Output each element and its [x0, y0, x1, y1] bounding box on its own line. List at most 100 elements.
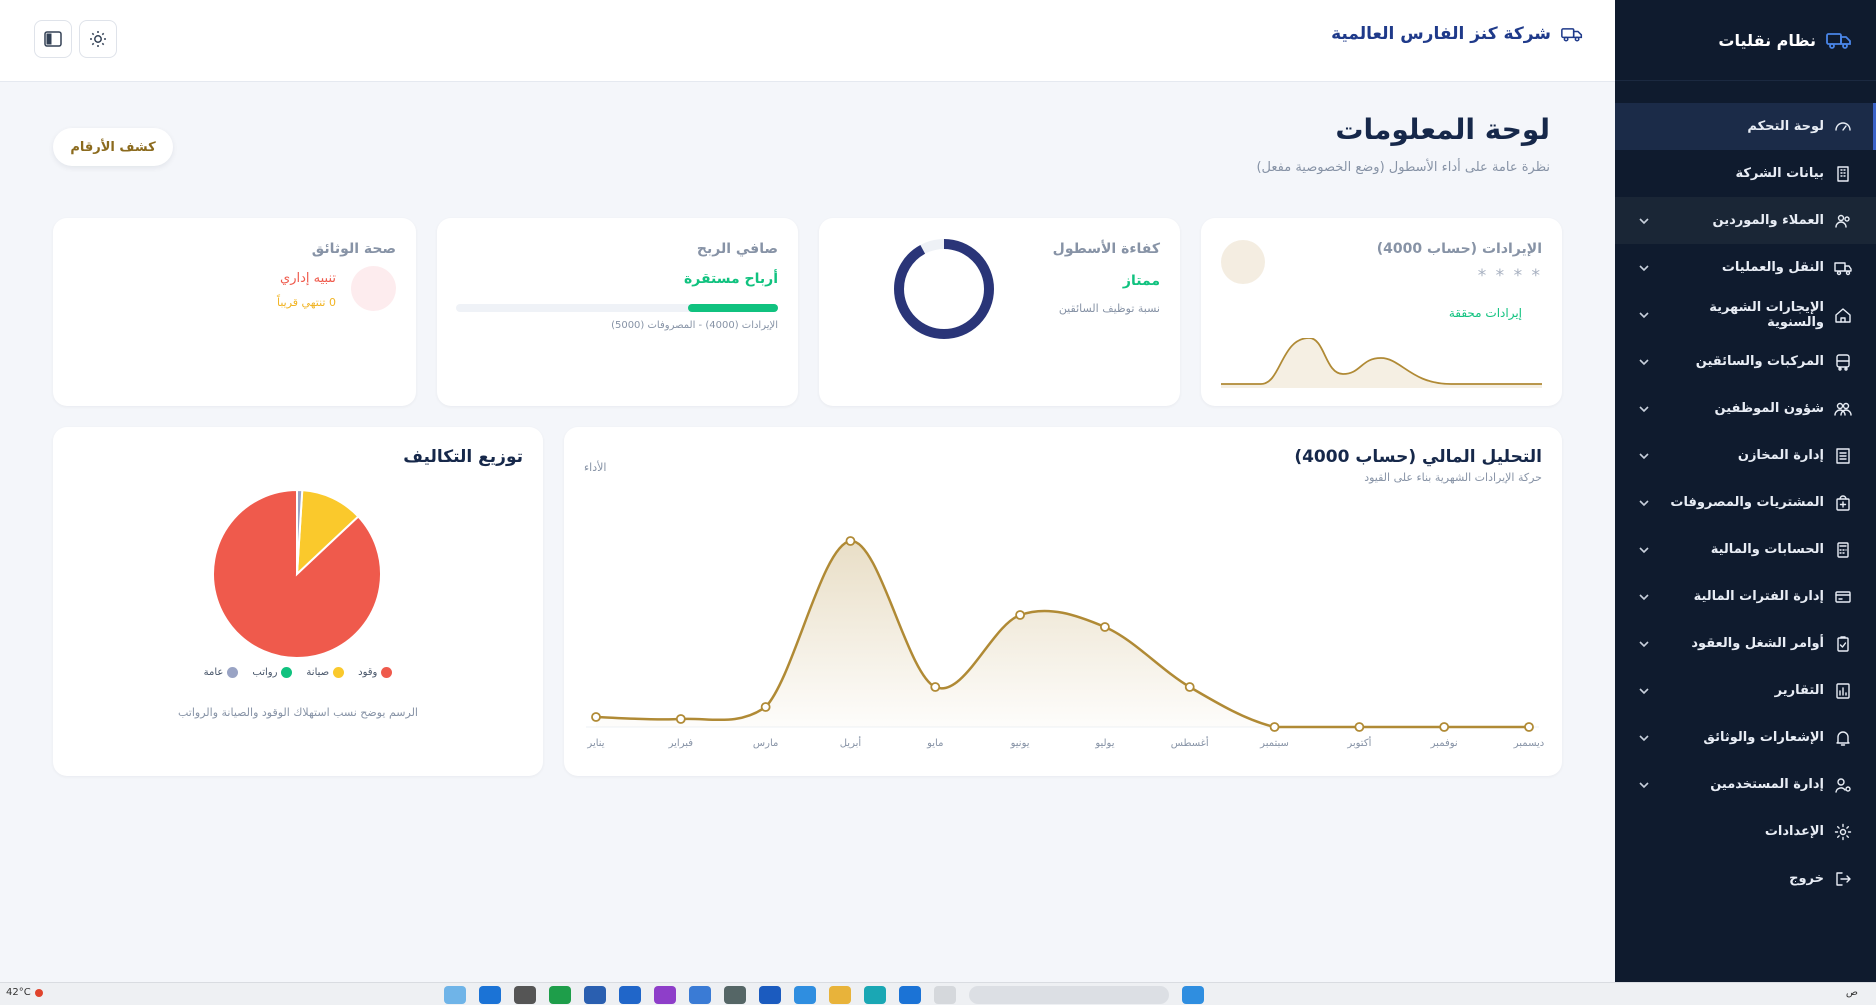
sidebar-item-label: إدارة المستخدمين	[1710, 777, 1824, 792]
data-point[interactable]	[930, 682, 941, 692]
legend-item[interactable]: رواتب	[252, 667, 293, 678]
fleet-title: كفاءة الأسطول	[1052, 241, 1160, 257]
profit-title: صافي الربح	[696, 241, 778, 257]
folder-icon[interactable]	[829, 986, 851, 1004]
chevron-down-icon[interactable]	[1637, 778, 1651, 792]
x-tick-label: أكتوبر	[1346, 736, 1371, 749]
sidebar-toggle-button[interactable]	[34, 20, 72, 58]
data-point[interactable]	[1354, 722, 1365, 732]
chevron-down-icon[interactable]	[1637, 684, 1651, 698]
data-point[interactable]	[1269, 722, 1280, 732]
revenue-status: إيرادات محققة	[1448, 306, 1522, 320]
sidebar-item-3[interactable]: النقل والعمليات	[1615, 244, 1876, 291]
data-point[interactable]	[1524, 722, 1534, 732]
sidebar-item-label: خروج	[1789, 871, 1824, 886]
chevron-down-icon[interactable]	[1637, 214, 1651, 228]
app-icon[interactable]	[514, 986, 536, 1004]
sidebar-item-0[interactable]: لوحة التحكم	[1615, 103, 1876, 150]
sidebar-item-15[interactable]: الإعدادات	[1615, 808, 1876, 855]
docs-icon-circle	[351, 266, 396, 311]
financial-chart-card: التحليل المالي (حساب 4000) حركة الإيرادا…	[564, 427, 1562, 776]
sidebar-item-label: شؤون الموظفين	[1714, 401, 1824, 416]
legend-item[interactable]: وقود	[358, 667, 393, 678]
fleet-donut	[894, 239, 994, 339]
taskbar-search-box[interactable]	[969, 986, 1169, 1004]
app-icon[interactable]	[444, 986, 466, 1004]
sidebar-item-14[interactable]: إدارة المستخدمين	[1615, 761, 1876, 808]
sidebar-item-4[interactable]: الإيجارات الشهرية والسنوية	[1615, 291, 1876, 338]
sidebar-brand[interactable]: نظام نقليات	[1615, 0, 1876, 81]
docs-note: 0 تنتهي قريباً	[277, 296, 336, 309]
windows-start-icon[interactable]	[1182, 986, 1204, 1004]
gear-icon	[1834, 823, 1852, 841]
report-icon	[1834, 682, 1852, 700]
x-tick-label: أبريل	[840, 736, 862, 749]
sidebar-item-9[interactable]: الحسابات والمالية	[1615, 526, 1876, 573]
legend-label: رواتب	[252, 667, 278, 678]
chevron-down-icon[interactable]	[1637, 637, 1651, 651]
theme-toggle-button[interactable]	[79, 20, 117, 58]
data-point[interactable]	[1015, 610, 1025, 620]
dashboard-icon	[1834, 118, 1852, 136]
data-point[interactable]	[845, 536, 856, 546]
cost-chart-note: الرسم يوضح نسب استهلاك الوقود والصيانة و…	[178, 706, 418, 719]
sidebar-item-label: الإشعارات والوثائق	[1703, 730, 1824, 745]
sidebar-item-2[interactable]: العملاء والموردين	[1615, 197, 1876, 244]
data-point[interactable]	[591, 712, 601, 722]
legend-item[interactable]: عامة	[204, 667, 239, 678]
series-area	[596, 540, 1529, 727]
sidebar-item-13[interactable]: الإشعارات والوثائق	[1615, 714, 1876, 761]
chevron-down-icon[interactable]	[1637, 543, 1651, 557]
app-icon[interactable]	[689, 986, 711, 1004]
whatsapp-icon[interactable]	[549, 986, 571, 1004]
data-point[interactable]	[1100, 622, 1110, 632]
sidebar-item-1[interactable]: بيانات الشركة	[1615, 150, 1876, 197]
chevron-down-icon[interactable]	[1637, 402, 1651, 416]
app-icon[interactable]	[724, 986, 746, 1004]
app-icon[interactable]	[864, 986, 886, 1004]
chevron-down-icon[interactable]	[1637, 449, 1651, 463]
edge-icon[interactable]	[899, 986, 921, 1004]
store-icon[interactable]	[794, 986, 816, 1004]
chevron-down-icon[interactable]	[1637, 731, 1651, 745]
taskbar-apps	[444, 986, 1204, 1004]
building-icon	[1834, 165, 1852, 183]
sidebar-item-12[interactable]: التقارير	[1615, 667, 1876, 714]
topbar: شركة كنز الفارس العالمية	[0, 0, 1615, 82]
data-point[interactable]	[1439, 722, 1450, 732]
sidebar-item-16[interactable]: خروج	[1615, 855, 1876, 902]
chevron-down-icon[interactable]	[1637, 496, 1651, 510]
taskbar-weather[interactable]: 42°C	[6, 987, 43, 998]
sidebar-item-8[interactable]: المشتريات والمصروفات	[1615, 479, 1876, 526]
truck-icon	[1834, 259, 1852, 277]
app-icon[interactable]	[619, 986, 641, 1004]
sidebar-item-7[interactable]: إدارة المخازن	[1615, 432, 1876, 479]
legend-item[interactable]: صيانة	[306, 667, 345, 678]
legend-label: عامة	[203, 667, 224, 678]
cost-pie-chart	[212, 489, 382, 659]
app-icon[interactable]	[759, 986, 781, 1004]
chevron-down-icon[interactable]	[1637, 355, 1651, 369]
sidebar-item-5[interactable]: المركبات والسائقين	[1615, 338, 1876, 385]
chevron-down-icon[interactable]	[1637, 590, 1651, 604]
app-icon[interactable]	[654, 986, 676, 1004]
reveal-numbers-button[interactable]: كشف الأرقام	[53, 128, 173, 166]
sidebar-item-6[interactable]: شؤون الموظفين	[1615, 385, 1876, 432]
data-point[interactable]	[760, 702, 771, 712]
vscode-icon[interactable]	[479, 986, 501, 1004]
data-point[interactable]	[675, 714, 686, 724]
sidebar-item-10[interactable]: إدارة الفترات المالية	[1615, 573, 1876, 620]
sidebar-item-11[interactable]: أوامر الشغل والعقود	[1615, 620, 1876, 667]
app-icon[interactable]	[584, 986, 606, 1004]
task-view-icon[interactable]	[934, 986, 956, 1004]
fleet-note: نسبة توظيف السائقين	[1058, 302, 1160, 315]
cost-chart-card: توزيع التكاليف وقود صيانة رواتب عامة الرسم …	[53, 427, 543, 776]
sidebar-nav: لوحة التحكم بيانات الشركة العملاء والموردي…	[1615, 81, 1876, 902]
profit-status: أرباح مستقرة	[683, 271, 778, 287]
chevron-down-icon[interactable]	[1637, 308, 1651, 322]
docs-card: صحة الوثائق تنبيه إداري 0 تنتهي قريباً	[53, 218, 416, 406]
data-point[interactable]	[1184, 682, 1195, 692]
chevron-down-icon[interactable]	[1637, 261, 1651, 275]
financial-area-chart: يناير فبراير مارس أبريل مايو يونيو يوليو أغسطس س…	[586, 536, 1544, 749]
sidebar-item-label: الإيجارات الشهرية والسنوية	[1709, 299, 1824, 330]
